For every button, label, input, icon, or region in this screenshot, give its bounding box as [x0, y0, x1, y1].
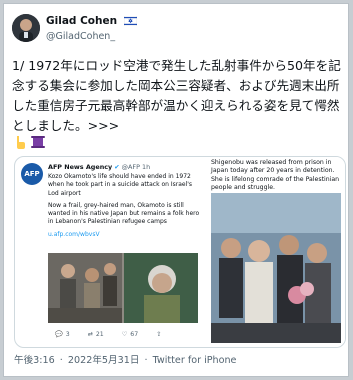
tweet-card: Gilad Cohen @GiladCohen_ 1/ 1972年にロッド空港で… — [3, 3, 349, 377]
quoted-name: AFP News Agency — [48, 163, 113, 171]
separator-dot-2: · — [144, 355, 148, 366]
crowd-photo — [211, 193, 341, 343]
second-image[interactable]: Shigenobu was released from prison in Ja… — [207, 157, 345, 347]
quoted-author: AFP News Agency ✔ @AFP 1h — [48, 163, 150, 171]
tweet-time: 午後3:16 — [14, 355, 55, 366]
quoted-paragraph-1: Kozo Okamoto's life should have ended in… — [48, 173, 193, 197]
avatar[interactable] — [12, 14, 40, 42]
afp-logo: AFP — [21, 163, 43, 185]
second-image-caption: Shigenobu was released from prison in Ja… — [211, 159, 340, 191]
quoted-handle: @AFP — [121, 163, 140, 171]
heart-icon: ♡ — [121, 330, 128, 338]
retweet-action[interactable]: ⇄ 21 — [88, 330, 104, 338]
share-action[interactable]: ⇪ — [156, 330, 161, 338]
like-action[interactable]: ♡ 67 — [122, 330, 138, 338]
user-handle[interactable]: @GiladCohen_ — [46, 31, 115, 42]
quoted-paragraph-2: Now a frail, grey-haired man, Okamoto is… — [48, 201, 200, 226]
share-icon: ⇪ — [156, 330, 162, 338]
quoted-link[interactable]: u.afp.com/wbvsV — [48, 231, 203, 239]
emoji-row — [14, 134, 50, 154]
retweet-count: 21 — [95, 330, 104, 338]
photo-right — [124, 253, 198, 323]
israel-flag-icon — [123, 15, 137, 29]
tweet-source: Twitter for iPhone — [152, 355, 237, 366]
embedded-media[interactable]: AFP AFP News Agency ✔ @AFP 1h Kozo Okamo… — [14, 156, 346, 348]
reply-icon: 💬 — [55, 331, 63, 338]
retweet-icon: ⇄ — [87, 330, 93, 338]
pointing-finger-icon — [17, 136, 25, 149]
tweet-text: 1/ 1972年にロッド空港で発生した乱射事件から50年を記念する集会に参加した… — [12, 58, 341, 133]
quoted-actions: 💬 3 ⇄ 21 ♡ 67 ⇪ — [55, 330, 161, 339]
display-name-text[interactable]: Gilad Cohen — [46, 15, 117, 27]
separator-dot: · — [59, 355, 63, 366]
reply-count: 3 — [65, 330, 70, 338]
verified-badge-icon: ✔ — [114, 163, 120, 171]
like-count: 67 — [130, 330, 139, 338]
photo-left — [48, 253, 122, 323]
quoted-tweet[interactable]: AFP AFP News Agency ✔ @AFP 1h Kozo Okamo… — [15, 157, 207, 347]
quoted-age: 1h — [142, 163, 151, 171]
quoted-photo[interactable] — [48, 253, 198, 323]
display-name[interactable]: Gilad Cohen — [46, 15, 137, 29]
quoted-text: Kozo Okamoto's life should have ended in… — [48, 173, 203, 243]
scroll-icon — [31, 136, 45, 148]
tweet-timestamp[interactable]: 午後3:16 · 2022年5月31日 · Twitter for iPhone — [14, 352, 236, 366]
reply-action[interactable]: 💬 3 — [55, 330, 70, 339]
tweet-date: 2022年5月31日 — [67, 355, 140, 366]
